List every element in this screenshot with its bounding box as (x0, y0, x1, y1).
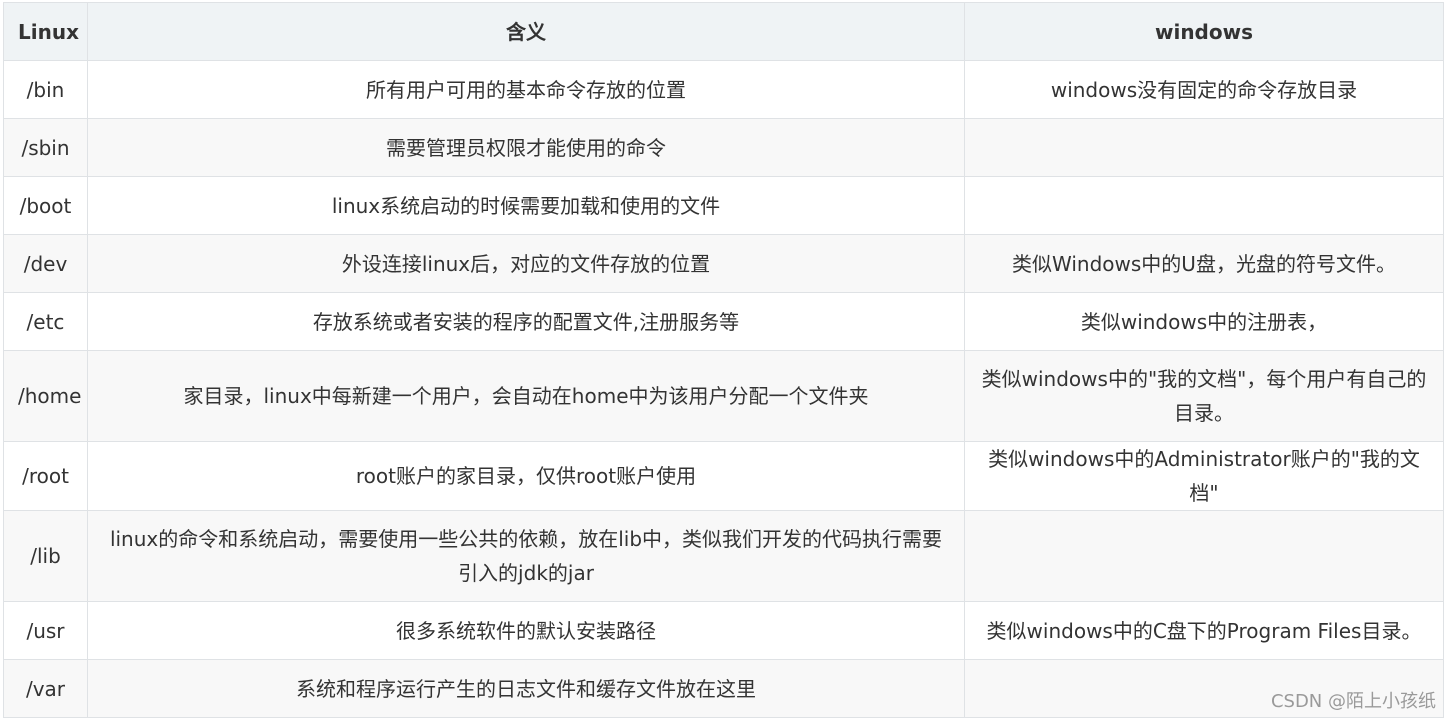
cell-meaning: root账户的家目录，仅供root账户使用 (87, 441, 965, 511)
table-row: /home 家目录，linux中每新建一个用户，会自动在home中为该用户分配一… (3, 350, 1444, 442)
cell-linux: /root (3, 441, 88, 511)
cell-linux: /var (3, 659, 88, 718)
cell-windows: 类似windows中的"我的文档"，每个用户有自己的目录。 (964, 350, 1444, 442)
cell-windows: 类似Windows中的U盘，光盘的符号文件。 (964, 234, 1444, 293)
cell-meaning: 家目录，linux中每新建一个用户，会自动在home中为该用户分配一个文件夹 (87, 350, 965, 442)
table-row: /var 系统和程序运行产生的日志文件和缓存文件放在这里 (3, 659, 1444, 718)
table-row: /lib linux的命令和系统启动，需要使用一些公共的依赖，放在lib中，类似… (3, 510, 1444, 602)
cell-meaning: 所有用户可用的基本命令存放的位置 (87, 60, 965, 119)
cell-windows: 类似windows中的C盘下的Program Files目录。 (964, 601, 1444, 660)
cell-windows: 类似windows中的注册表， (964, 292, 1444, 351)
header-linux: Linux (3, 2, 88, 61)
table-row: /sbin 需要管理员权限才能使用的命令 (3, 118, 1444, 177)
table-header-row: Linux 含义 windows (3, 2, 1444, 61)
cell-meaning: 存放系统或者安装的程序的配置文件,注册服务等 (87, 292, 965, 351)
cell-meaning: linux的命令和系统启动，需要使用一些公共的依赖，放在lib中，类似我们开发的… (87, 510, 965, 602)
table-row: /usr 很多系统软件的默认安装路径 类似windows中的C盘下的Progra… (3, 601, 1444, 660)
directory-table: Linux 含义 windows /bin 所有用户可用的基本命令存放的位置 w… (3, 2, 1444, 718)
table-row: /root root账户的家目录，仅供root账户使用 类似windows中的A… (3, 441, 1444, 511)
cell-linux: /boot (3, 176, 88, 235)
cell-windows: 类似windows中的Administrator账户的"我的文档" (964, 441, 1444, 511)
table-row: /dev 外设连接linux后，对应的文件存放的位置 类似Windows中的U盘… (3, 234, 1444, 293)
cell-meaning: 外设连接linux后，对应的文件存放的位置 (87, 234, 965, 293)
cell-windows (964, 176, 1444, 235)
cell-linux: /etc (3, 292, 88, 351)
cell-windows: windows没有固定的命令存放目录 (964, 60, 1444, 119)
directory-table-wrapper: Linux 含义 windows /bin 所有用户可用的基本命令存放的位置 w… (3, 2, 1444, 718)
cell-linux: /home (3, 350, 88, 442)
cell-linux: /dev (3, 234, 88, 293)
table-row: /bin 所有用户可用的基本命令存放的位置 windows没有固定的命令存放目录 (3, 60, 1444, 119)
cell-linux: /bin (3, 60, 88, 119)
header-meaning: 含义 (87, 2, 965, 61)
csdn-watermark: CSDN @陌上小孩纸 (1270, 691, 1436, 712)
cell-linux: /lib (3, 510, 88, 602)
cell-meaning: linux系统启动的时候需要加载和使用的文件 (87, 176, 965, 235)
table-row: /etc 存放系统或者安装的程序的配置文件,注册服务等 类似windows中的注… (3, 292, 1444, 351)
cell-linux: /usr (3, 601, 88, 660)
cell-windows (964, 510, 1444, 602)
header-windows: windows (964, 2, 1444, 61)
cell-windows (964, 118, 1444, 177)
cell-meaning: 需要管理员权限才能使用的命令 (87, 118, 965, 177)
cell-meaning: 很多系统软件的默认安装路径 (87, 601, 965, 660)
table-row: /boot linux系统启动的时候需要加载和使用的文件 (3, 176, 1444, 235)
cell-linux: /sbin (3, 118, 88, 177)
cell-meaning: 系统和程序运行产生的日志文件和缓存文件放在这里 (87, 659, 965, 718)
